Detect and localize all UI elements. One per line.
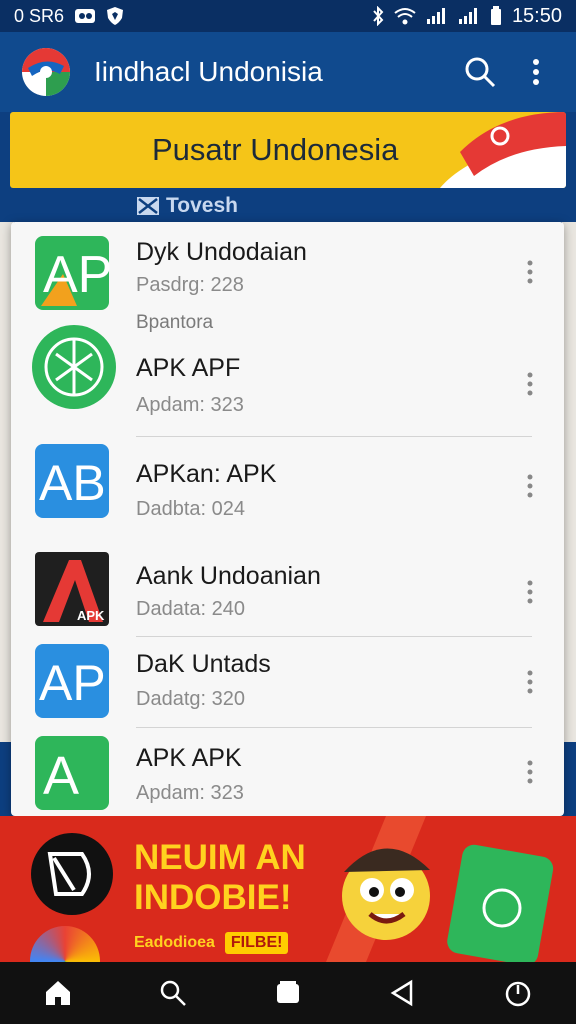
more-vert-icon: [527, 372, 533, 396]
app-icon-letters: A: [43, 746, 79, 806]
ad-mascot-icon: [326, 816, 554, 962]
promo-text: Pusatr Undonesia: [152, 132, 399, 167]
divider: [136, 727, 532, 728]
app-name: APK APK: [136, 744, 242, 772]
more-vert-icon: [527, 260, 533, 284]
app-icon: AP: [35, 644, 109, 718]
app-subtitle: Dadatg: 320: [136, 688, 245, 710]
app-subtitle: Dadbta: 024: [136, 498, 245, 520]
item-menu-button[interactable]: [518, 466, 542, 506]
more-vert-icon: [533, 59, 539, 85]
app-name: DaK Untads: [136, 650, 271, 678]
back-icon: [390, 979, 413, 1007]
app-subtitle: Dadata: 240: [136, 598, 245, 620]
more-vert-icon: [527, 670, 533, 694]
background-edge: [562, 222, 576, 742]
ad-headline: NEUIM AN INDOBIE!: [134, 838, 306, 918]
nav-recents-button[interactable]: [266, 971, 310, 1015]
app-title: Iindhacl Undonisia: [94, 56, 323, 87]
item-menu-button[interactable]: [518, 752, 542, 792]
list-item[interactable]: AB APKan: APK Dadbta: 024: [11, 438, 564, 542]
signal-icon-2: [458, 7, 480, 25]
more-vert-icon: [527, 580, 533, 604]
item-menu-button[interactable]: [518, 364, 542, 404]
app-name: APK APF: [136, 354, 241, 382]
ad-headline-line-1: NEUIM AN: [134, 838, 306, 877]
app-icon: AB: [35, 444, 109, 518]
ad-chip[interactable]: FILBE!: [224, 932, 289, 954]
list-item[interactable]: APK Aank Undoanian Dadata: 240: [11, 542, 564, 636]
app-icon-letters: AP: [43, 246, 111, 304]
bookmark-x-icon: [137, 197, 159, 215]
more-vert-icon: [527, 760, 533, 784]
divider: [136, 436, 532, 437]
app-subtitle: Apdam: 323: [136, 782, 244, 804]
status-bar: 0 SR6 15:50: [0, 0, 576, 32]
home-icon: [45, 981, 70, 1005]
shield-icon: [106, 6, 124, 26]
nav-power-button[interactable]: [496, 971, 540, 1015]
app-icon: APK: [35, 552, 109, 626]
ad-headline-line-2: INDOBIE!: [134, 878, 292, 917]
bluetooth-icon: [372, 6, 384, 26]
app-subtitle: Apdam: 323: [136, 394, 244, 416]
ad-logo-icon: [31, 833, 113, 915]
app-icon: AP: [35, 236, 111, 310]
app-bar: Iindhacl Undonisia: [0, 32, 576, 112]
app-name: Aank Undoanian: [136, 562, 321, 590]
section-label: Tovesh: [166, 194, 238, 217]
flag-icon: [440, 112, 566, 188]
list-item[interactable]: AP Dyk Undodaian Pasdrg: 228: [11, 222, 564, 318]
search-icon: [160, 980, 186, 1006]
nav-back-button[interactable]: [381, 971, 425, 1015]
system-nav-bar: [0, 962, 576, 1024]
ad-footer: Eadodioea FILBE!: [134, 932, 289, 954]
list-item[interactable]: A APK APK Apdam: 323: [11, 730, 564, 816]
recents-icon: [276, 981, 299, 1003]
app-logo-icon: [22, 48, 70, 96]
ad-caption: Eadodioea: [134, 934, 215, 951]
app-icon-letters: AP: [39, 655, 106, 711]
app-icon: A: [35, 736, 109, 810]
app-icon-letters: AB: [39, 455, 106, 511]
app-name: Dyk Undodaian: [136, 238, 307, 266]
search-button[interactable]: [460, 52, 500, 92]
more-vert-icon: [527, 474, 533, 498]
item-menu-button[interactable]: [518, 572, 542, 612]
battery-icon: [490, 6, 502, 26]
app-icon: [32, 325, 116, 409]
section-header: Tovesh: [136, 192, 238, 220]
signal-icon: [426, 7, 448, 25]
status-left-text: 0 SR6: [14, 5, 65, 26]
power-icon: [506, 981, 531, 1007]
list-item[interactable]: AP DaK Untads Dadatg: 320: [11, 638, 564, 728]
app-name: APKan: APK: [136, 460, 277, 488]
item-menu-button[interactable]: [518, 252, 542, 292]
ad-banner[interactable]: NEUIM AN INDOBIE! Eadodioea FILBE!: [0, 816, 576, 962]
divider: [136, 636, 532, 637]
app-subtitle: Pasdrg: 228: [136, 274, 244, 296]
nav-search-button[interactable]: [151, 971, 195, 1015]
promo-banner[interactable]: Pusatr Undonesia: [10, 112, 566, 188]
list-item[interactable]: APK APF Apdam: 323: [11, 324, 564, 434]
app-icon-caption: APK: [77, 608, 105, 623]
notification-icon: [74, 7, 96, 25]
ad-ball-icon: [30, 926, 100, 962]
search-icon: [465, 57, 496, 88]
status-time: 15:50: [511, 4, 562, 27]
nav-home-button[interactable]: [36, 971, 80, 1015]
wifi-icon: [394, 7, 416, 25]
item-menu-button[interactable]: [518, 662, 542, 702]
overflow-menu-button[interactable]: [516, 52, 556, 92]
app-list-card: AP Dyk Undodaian Pasdrg: 228 Bpantora AP…: [11, 222, 564, 816]
